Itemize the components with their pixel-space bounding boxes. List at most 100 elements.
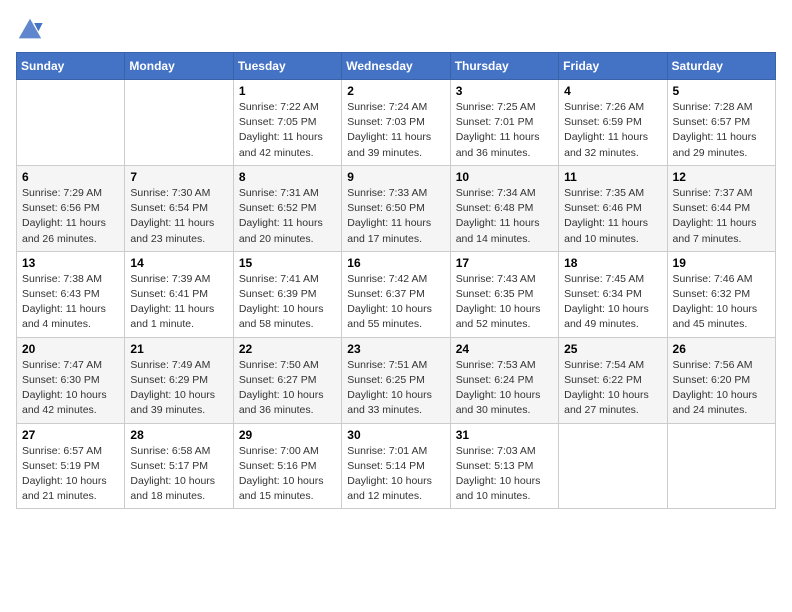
calendar-cell: 22 Sunrise: 7:50 AM Sunset: 6:27 PM Dayli… <box>233 337 341 423</box>
day-detail: Sunrise: 7:31 AM Sunset: 6:52 PM Dayligh… <box>239 186 336 247</box>
calendar-cell: 18 Sunrise: 7:45 AM Sunset: 6:34 PM Dayli… <box>559 251 667 337</box>
calendar-header-tuesday: Tuesday <box>233 53 341 80</box>
calendar-week-row: 13 Sunrise: 7:38 AM Sunset: 6:43 PM Dayli… <box>17 251 776 337</box>
day-number: 28 <box>130 428 227 442</box>
day-detail: Sunrise: 7:33 AM Sunset: 6:50 PM Dayligh… <box>347 186 444 247</box>
day-number: 4 <box>564 84 661 98</box>
day-detail: Sunrise: 7:54 AM Sunset: 6:22 PM Dayligh… <box>564 358 661 419</box>
day-number: 18 <box>564 256 661 270</box>
calendar-cell: 26 Sunrise: 7:56 AM Sunset: 6:20 PM Dayli… <box>667 337 775 423</box>
day-number: 22 <box>239 342 336 356</box>
calendar-cell: 9 Sunrise: 7:33 AM Sunset: 6:50 PM Daylig… <box>342 165 450 251</box>
calendar-header-saturday: Saturday <box>667 53 775 80</box>
day-number: 3 <box>456 84 553 98</box>
day-detail: Sunrise: 7:50 AM Sunset: 6:27 PM Dayligh… <box>239 358 336 419</box>
calendar-header-wednesday: Wednesday <box>342 53 450 80</box>
day-detail: Sunrise: 7:56 AM Sunset: 6:20 PM Dayligh… <box>673 358 770 419</box>
day-detail: Sunrise: 7:03 AM Sunset: 5:13 PM Dayligh… <box>456 444 553 505</box>
day-detail: Sunrise: 7:24 AM Sunset: 7:03 PM Dayligh… <box>347 100 444 161</box>
day-number: 6 <box>22 170 119 184</box>
day-detail: Sunrise: 7:46 AM Sunset: 6:32 PM Dayligh… <box>673 272 770 333</box>
calendar-header-sunday: Sunday <box>17 53 125 80</box>
calendar-cell: 20Sunrise: 7:47 AM Sunset: 6:30 PM Dayli… <box>17 337 125 423</box>
calendar-cell: 3 Sunrise: 7:25 AM Sunset: 7:01 PM Daylig… <box>450 80 558 166</box>
calendar-cell: 30 Sunrise: 7:01 AM Sunset: 5:14 PM Dayli… <box>342 423 450 509</box>
calendar-cell: 7Sunrise: 7:30 AM Sunset: 6:54 PM Daylig… <box>125 165 233 251</box>
day-detail: Sunrise: 7:45 AM Sunset: 6:34 PM Dayligh… <box>564 272 661 333</box>
calendar-cell: 21Sunrise: 7:49 AM Sunset: 6:29 PM Dayli… <box>125 337 233 423</box>
day-number: 31 <box>456 428 553 442</box>
calendar-cell: 12Sunrise: 7:37 AM Sunset: 6:44 PM Dayli… <box>667 165 775 251</box>
day-number: 21 <box>130 342 227 356</box>
day-detail: Sunrise: 7:39 AM Sunset: 6:41 PM Dayligh… <box>130 272 227 333</box>
day-number: 13 <box>22 256 119 270</box>
day-number: 1 <box>239 84 336 98</box>
day-number: 27 <box>22 428 119 442</box>
day-number: 19 <box>673 256 770 270</box>
day-number: 9 <box>347 170 444 184</box>
calendar-cell: 23 Sunrise: 7:51 AM Sunset: 6:25 PM Dayli… <box>342 337 450 423</box>
calendar-table: SundayMondayTuesdayWednesdayThursdayFrid… <box>16 52 776 509</box>
calendar-cell: 17Sunrise: 7:43 AM Sunset: 6:35 PM Dayli… <box>450 251 558 337</box>
day-number: 14 <box>130 256 227 270</box>
day-number: 15 <box>239 256 336 270</box>
day-number: 2 <box>347 84 444 98</box>
day-detail: Sunrise: 6:57 AM Sunset: 5:19 PM Dayligh… <box>22 444 119 505</box>
calendar-header-monday: Monday <box>125 53 233 80</box>
calendar-header-thursday: Thursday <box>450 53 558 80</box>
calendar-cell: 1 Sunrise: 7:22 AM Sunset: 7:05 PM Daylig… <box>233 80 341 166</box>
day-detail: Sunrise: 7:25 AM Sunset: 7:01 PM Dayligh… <box>456 100 553 161</box>
calendar-cell: 28 Sunrise: 6:58 AM Sunset: 5:17 PM Dayli… <box>125 423 233 509</box>
calendar-cell: 29 Sunrise: 7:00 AM Sunset: 5:16 PM Dayli… <box>233 423 341 509</box>
day-detail: Sunrise: 7:26 AM Sunset: 6:59 PM Dayligh… <box>564 100 661 161</box>
day-number: 30 <box>347 428 444 442</box>
day-detail: Sunrise: 7:29 AM Sunset: 6:56 PM Dayligh… <box>22 186 119 247</box>
calendar-cell: 19 Sunrise: 7:46 AM Sunset: 6:32 PM Dayli… <box>667 251 775 337</box>
calendar-cell: 10 Sunrise: 7:34 AM Sunset: 6:48 PM Dayli… <box>450 165 558 251</box>
day-detail: Sunrise: 6:58 AM Sunset: 5:17 PM Dayligh… <box>130 444 227 505</box>
day-detail: Sunrise: 7:38 AM Sunset: 6:43 PM Dayligh… <box>22 272 119 333</box>
day-number: 29 <box>239 428 336 442</box>
day-number: 23 <box>347 342 444 356</box>
calendar-cell <box>667 423 775 509</box>
calendar-cell: 5Sunrise: 7:28 AM Sunset: 6:57 PM Daylig… <box>667 80 775 166</box>
calendar-cell: 16 Sunrise: 7:42 AM Sunset: 6:37 PM Dayli… <box>342 251 450 337</box>
calendar-cell: 24Sunrise: 7:53 AM Sunset: 6:24 PM Dayli… <box>450 337 558 423</box>
day-detail: Sunrise: 7:28 AM Sunset: 6:57 PM Dayligh… <box>673 100 770 161</box>
page-header <box>16 16 776 44</box>
day-detail: Sunrise: 7:51 AM Sunset: 6:25 PM Dayligh… <box>347 358 444 419</box>
day-number: 8 <box>239 170 336 184</box>
day-number: 17 <box>456 256 553 270</box>
day-number: 24 <box>456 342 553 356</box>
logo-icon <box>16 16 44 44</box>
calendar-week-row: 20Sunrise: 7:47 AM Sunset: 6:30 PM Dayli… <box>17 337 776 423</box>
day-detail: Sunrise: 7:00 AM Sunset: 5:16 PM Dayligh… <box>239 444 336 505</box>
day-number: 10 <box>456 170 553 184</box>
logo <box>16 16 46 44</box>
day-detail: Sunrise: 7:34 AM Sunset: 6:48 PM Dayligh… <box>456 186 553 247</box>
calendar-cell: 11Sunrise: 7:35 AM Sunset: 6:46 PM Dayli… <box>559 165 667 251</box>
calendar-cell: 13 Sunrise: 7:38 AM Sunset: 6:43 PM Dayli… <box>17 251 125 337</box>
day-detail: Sunrise: 7:22 AM Sunset: 7:05 PM Dayligh… <box>239 100 336 161</box>
calendar-cell: 27 Sunrise: 6:57 AM Sunset: 5:19 PM Dayli… <box>17 423 125 509</box>
calendar-cell: 4 Sunrise: 7:26 AM Sunset: 6:59 PM Daylig… <box>559 80 667 166</box>
day-detail: Sunrise: 7:42 AM Sunset: 6:37 PM Dayligh… <box>347 272 444 333</box>
day-number: 7 <box>130 170 227 184</box>
calendar-cell: 25 Sunrise: 7:54 AM Sunset: 6:22 PM Dayli… <box>559 337 667 423</box>
day-detail: Sunrise: 7:41 AM Sunset: 6:39 PM Dayligh… <box>239 272 336 333</box>
day-detail: Sunrise: 7:01 AM Sunset: 5:14 PM Dayligh… <box>347 444 444 505</box>
calendar-cell: 2 Sunrise: 7:24 AM Sunset: 7:03 PM Daylig… <box>342 80 450 166</box>
calendar-cell: 6 Sunrise: 7:29 AM Sunset: 6:56 PM Daylig… <box>17 165 125 251</box>
day-detail: Sunrise: 7:37 AM Sunset: 6:44 PM Dayligh… <box>673 186 770 247</box>
calendar-header-friday: Friday <box>559 53 667 80</box>
calendar-cell <box>559 423 667 509</box>
calendar-week-row: 1 Sunrise: 7:22 AM Sunset: 7:05 PM Daylig… <box>17 80 776 166</box>
calendar-cell: 8 Sunrise: 7:31 AM Sunset: 6:52 PM Daylig… <box>233 165 341 251</box>
calendar-cell <box>17 80 125 166</box>
day-number: 25 <box>564 342 661 356</box>
calendar-cell: 15 Sunrise: 7:41 AM Sunset: 6:39 PM Dayli… <box>233 251 341 337</box>
day-number: 16 <box>347 256 444 270</box>
day-detail: Sunrise: 7:35 AM Sunset: 6:46 PM Dayligh… <box>564 186 661 247</box>
day-number: 26 <box>673 342 770 356</box>
day-number: 20 <box>22 342 119 356</box>
